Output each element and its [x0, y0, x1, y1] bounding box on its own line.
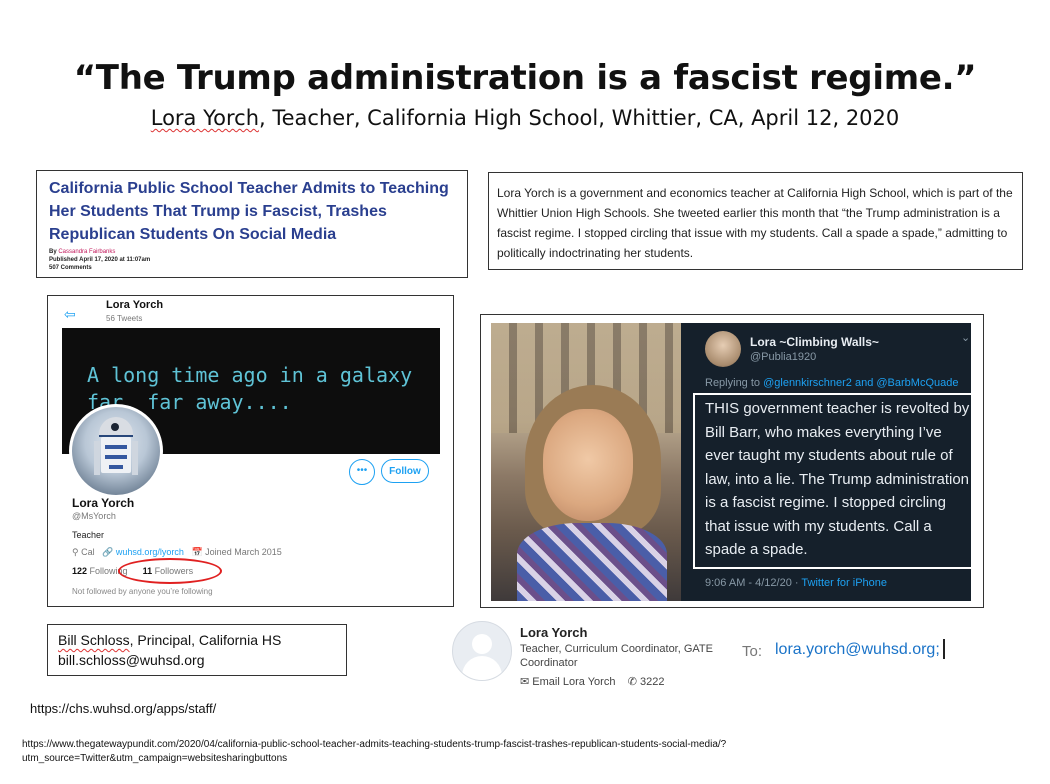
- profile-bio: Teacher: [72, 530, 105, 540]
- principal-name: Bill Schloss: [58, 632, 130, 648]
- staff-name: Lora Yorch: [520, 625, 588, 640]
- staff-phone: 3222: [639, 676, 665, 688]
- profile-name: Lora Yorch: [72, 496, 135, 510]
- profile-joined: Joined March 2015: [205, 547, 282, 557]
- tweet-time: 9:06 AM - 4/12/20 ·: [705, 577, 802, 589]
- principal-box: Bill Schloss, Principal, California HS b…: [47, 624, 347, 676]
- more-options-button[interactable]: •••: [349, 459, 375, 485]
- tweet-avatar[interactable]: [705, 331, 741, 367]
- subtitle-name: Lora Yorch: [150, 106, 260, 130]
- subtitle-details: , Teacher, California High School, Whitt…: [259, 106, 900, 130]
- staff-title: Teacher, Curriculum Coordinator, GATE Co…: [520, 643, 713, 669]
- profile-header-name: Lora Yorch: [106, 299, 164, 311]
- envelope-icon: ✉: [520, 676, 530, 688]
- slide-subtitle: Lora Yorch, Teacher, California High Sch…: [0, 106, 1050, 130]
- photo-face: [543, 409, 633, 521]
- following-count: 122: [72, 566, 88, 576]
- reply-prefix: Replying to: [705, 377, 764, 389]
- location-icon: ⚲: [72, 547, 79, 557]
- profile-tweet-count: 56 Tweets: [106, 314, 143, 323]
- staff-contact: ✉ Email Lora Yorch ✆ 3222: [520, 675, 664, 688]
- tweet-reply-to: Replying to @glennkirschner2 and @BarbMc…: [705, 377, 958, 389]
- byline-published: Published April 17, 2020 at 11:07am: [49, 257, 151, 263]
- principal-title: , Principal, California HS: [129, 632, 282, 648]
- reply-mentions[interactable]: @glennkirschner2 and @BarbMcQuade: [763, 377, 958, 389]
- article-byline: By Cassandra Fairbanks Published April 1…: [49, 248, 150, 272]
- staff-email-link[interactable]: Email Lora Yorch: [532, 676, 615, 688]
- profile-location: Cal: [81, 547, 95, 557]
- byline-author[interactable]: Cassandra Fairbanks: [58, 249, 115, 255]
- byline-by: By: [49, 249, 57, 255]
- tweet-source[interactable]: Twitter for iPhone: [801, 577, 887, 589]
- chevron-down-icon[interactable]: ⌄: [961, 331, 970, 344]
- article-excerpt-box: Lora Yorch is a government and economics…: [488, 172, 1023, 270]
- follow-button[interactable]: Follow: [381, 459, 429, 483]
- arrow-left-icon[interactable]: ⇦: [64, 306, 76, 323]
- email-to-label: To:: [742, 643, 763, 660]
- email-to-field[interactable]: lora.yorch@wuhsd.org;: [775, 641, 940, 659]
- staff-avatar: [452, 621, 512, 681]
- tweet-footer: 9:06 AM - 4/12/20 · Twitter for iPhone: [705, 577, 887, 589]
- tweet-author-handle[interactable]: @Publia1920: [750, 351, 816, 363]
- text-cursor: [943, 639, 945, 659]
- r2d2-image: [94, 417, 138, 475]
- photo-scarf: [517, 523, 667, 601]
- followers-highlight-circle: [118, 558, 222, 584]
- profile-website[interactable]: wuhsd.org/lyorch: [116, 547, 184, 557]
- staff-url[interactable]: https://chs.wuhsd.org/apps/staff/: [30, 701, 216, 716]
- tweet-author-name[interactable]: Lora ~Climbing Walls~: [750, 335, 879, 349]
- byline-comments[interactable]: 507 Comments: [49, 265, 92, 271]
- avatar-head: [472, 634, 492, 654]
- principal-line: Bill Schloss, Principal, California HS: [58, 631, 281, 650]
- article-headline: California Public School Teacher Admits …: [49, 180, 449, 243]
- avatar-body: [462, 656, 502, 680]
- calendar-icon: 📅: [191, 547, 203, 557]
- principal-email: bill.schloss@wuhsd.org: [58, 652, 205, 668]
- phone-icon: ✆: [627, 676, 637, 688]
- tweet-text: THIS government teacher is revolted by B…: [705, 400, 970, 558]
- profile-not-followed: Not followed by anyone you’re following: [72, 587, 213, 596]
- tweet-box: Lora ~Climbing Walls~ @Publia1920 ⌄ Repl…: [480, 314, 984, 608]
- profile-avatar[interactable]: [69, 404, 163, 498]
- article-excerpt: Lora Yorch is a government and economics…: [497, 186, 1013, 260]
- article-url[interactable]: https://www.thegatewaypundit.com/2020/04…: [22, 738, 882, 766]
- profile-meta: ⚲ Cal 🔗 wuhsd.org/lyorch 📅 Joined March …: [72, 547, 282, 558]
- tweet-card: Lora ~Climbing Walls~ @Publia1920 ⌄ Repl…: [491, 323, 971, 601]
- banner-text: A long time ago in a galaxy far, far awa…: [87, 363, 413, 414]
- link-icon: 🔗: [102, 547, 114, 557]
- selfie-photo: [491, 323, 681, 601]
- slide-title: “The Trump administration is a fascist r…: [73, 58, 977, 98]
- twitter-profile-box: ⇦ Lora Yorch 56 Tweets A long time ago i…: [47, 295, 454, 607]
- profile-handle: @MsYorch: [72, 511, 116, 521]
- article-headline-box: California Public School Teacher Admits …: [36, 170, 468, 278]
